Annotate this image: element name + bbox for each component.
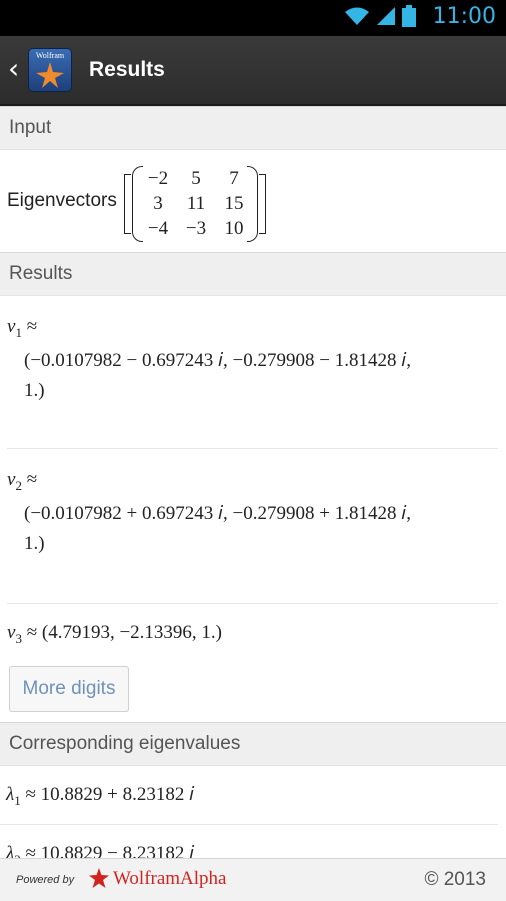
vector-line-2: 1.): [24, 380, 45, 401]
matrix-bracket-left: [124, 174, 131, 234]
eigenvalue-expression: λ1 ≈ 10.8829 + 8.23182 𝑖: [0, 784, 194, 809]
vector-line-1: (−0.0107982 + 0.697243 𝑖, −0.279908 + 1.…: [24, 503, 411, 524]
wolframalpha-logo[interactable]: WolframAlpha: [88, 868, 227, 890]
back-icon[interactable]: ‹: [8, 52, 19, 85]
eigenvalue-expression: λ2 ≈ 10.8829 − 8.23182 𝑖: [0, 843, 194, 858]
vector-label: v3 ≈ (4.79193, −2.13396, 1.): [7, 622, 222, 647]
eigenvalue-value: ≈ 10.8829 + 8.23182 𝑖: [25, 784, 195, 805]
vector-subscript: 2: [15, 477, 22, 493]
powered-by-label: Powered by: [16, 874, 75, 886]
battery-icon: [402, 4, 416, 32]
wifi-icon: [344, 6, 370, 31]
eigenvalues-heading: Corresponding eigenvalues: [0, 722, 506, 766]
vector-pod-2: v2 ≈ (−0.0107982 + 0.697243 𝑖, −0.279908…: [7, 449, 498, 604]
wolframalpha-wordmark: WolframAlpha: [113, 868, 227, 889]
star-icon: [36, 62, 64, 88]
page-title: Results: [89, 58, 165, 81]
matrix-cell: −4: [147, 218, 169, 239]
vector-expression: (−0.0107982 + 0.697243 𝑖, −0.279908 + 1.…: [24, 499, 494, 559]
matrix-cell: 11: [186, 193, 206, 214]
vector-label: v1 ≈: [7, 316, 37, 341]
input-heading: Input: [0, 106, 506, 150]
vector-pod-1: v1 ≈ (−0.0107982 − 0.697243 𝑖, −0.279908…: [7, 296, 498, 449]
app-logo[interactable]: Wolfram: [28, 48, 72, 92]
status-bar: 11:00: [0, 0, 506, 36]
eigenvalue-row-2: λ2 ≈ 10.8829 − 8.23182 𝑖: [0, 825, 506, 858]
matrix-cell: −3: [185, 218, 207, 239]
vector-line-2: 1.): [24, 533, 45, 554]
results-heading: Results: [0, 252, 506, 296]
matrix-cell: 15: [224, 193, 244, 214]
approx-sign: ≈: [26, 316, 38, 337]
signal-icon: [376, 6, 396, 31]
lambda-subscript: 1: [14, 792, 21, 808]
input-function: Eigenvectors: [7, 190, 117, 211]
matrix-bracket-right: [259, 174, 266, 234]
matrix-cell: −2: [147, 168, 169, 189]
matrix-cell: 3: [153, 193, 163, 214]
copyright-label: © 2013: [424, 869, 486, 890]
vector-expression: (4.79193, −2.13396, 1.): [41, 622, 222, 643]
app-logo-text: Wolfram: [35, 51, 65, 60]
lambda-symbol: λ: [6, 843, 15, 858]
footer-bar: Powered by WolframAlpha © 2013: [0, 858, 506, 901]
results-content[interactable]: Input Eigenvectors −2 5 7 3 11 15 −4 −3 …: [0, 106, 506, 858]
vector-label: v2 ≈: [7, 469, 37, 494]
status-time: 11:00: [432, 4, 496, 29]
approx-sign: ≈: [26, 622, 38, 643]
vector-line-1: (−0.0107982 − 0.697243 𝑖, −0.279908 − 1.…: [24, 350, 411, 371]
lambda-symbol: λ: [6, 784, 15, 805]
more-digits-button[interactable]: More digits: [9, 666, 129, 712]
approx-sign: ≈: [26, 469, 38, 490]
action-bar: ‹ Wolfram Results: [0, 36, 506, 106]
eigenvalue-row-1: λ1 ≈ 10.8829 + 8.23182 𝑖: [0, 766, 498, 825]
matrix-cell: 7: [229, 168, 239, 189]
vector-subscript: 3: [15, 630, 22, 646]
matrix-cell: 5: [191, 168, 201, 189]
matrix-cell: 10: [224, 218, 244, 239]
input-matrix: −2 5 7 3 11 15 −4 −3 10: [124, 164, 266, 244]
input-pod: Eigenvectors −2 5 7 3 11 15 −4 −3 10: [0, 150, 506, 252]
vector-subscript: 1: [15, 324, 22, 340]
vector-expression: (−0.0107982 − 0.697243 𝑖, −0.279908 − 1.…: [24, 346, 494, 406]
status-icons: [344, 4, 416, 32]
vector-pod-3: v3 ≈ (4.79193, −2.13396, 1.) More digits: [7, 604, 506, 722]
spikey-icon: [89, 868, 109, 888]
eigenvalue-value: ≈ 10.8829 − 8.23182 𝑖: [25, 843, 195, 858]
